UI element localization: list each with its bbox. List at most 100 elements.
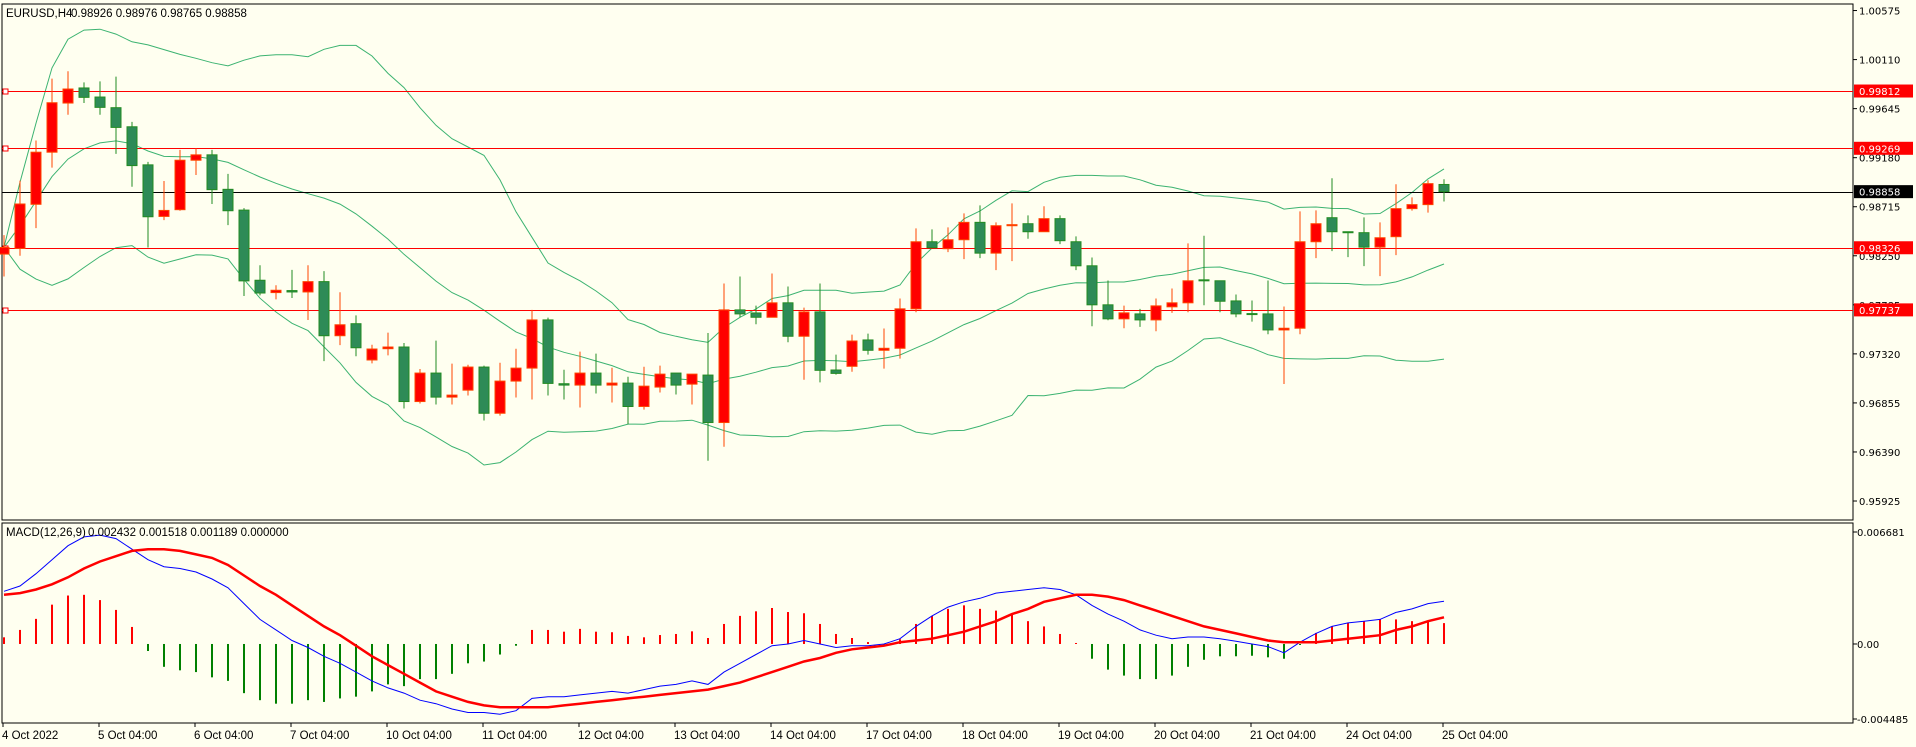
candle bbox=[1118, 305, 1130, 329]
candle-body bbox=[1022, 223, 1034, 233]
candle-body bbox=[366, 348, 378, 361]
time-tick-label: 12 Oct 04:00 bbox=[578, 730, 644, 742]
candles bbox=[0, 71, 1450, 461]
candle-body bbox=[1150, 305, 1162, 321]
candle-body bbox=[1198, 279, 1210, 282]
candle-body bbox=[334, 324, 346, 337]
candle-body bbox=[190, 154, 202, 161]
candle bbox=[1150, 298, 1162, 332]
candle-body bbox=[414, 372, 426, 403]
candle bbox=[622, 376, 634, 425]
candle-body bbox=[270, 289, 282, 294]
candle-body bbox=[494, 380, 506, 414]
candle bbox=[798, 307, 810, 380]
candle bbox=[174, 149, 186, 211]
price-tick-label: 0.96855 bbox=[1859, 399, 1900, 410]
candle bbox=[30, 140, 42, 229]
candle bbox=[990, 222, 1002, 271]
candle bbox=[1342, 231, 1354, 258]
candle bbox=[1262, 280, 1274, 335]
candle bbox=[1006, 203, 1018, 262]
candle bbox=[222, 173, 234, 226]
price-axis: 1.005751.001100.996450.991800.987150.982… bbox=[1853, 7, 1900, 508]
level-handle-icon bbox=[2, 88, 9, 95]
candle-body bbox=[1214, 280, 1226, 302]
candle bbox=[302, 265, 314, 321]
candle-body bbox=[1278, 327, 1290, 331]
candle bbox=[718, 283, 730, 447]
candle-body bbox=[734, 309, 746, 315]
candle-body bbox=[318, 281, 330, 337]
time-tick-label: 18 Oct 04:00 bbox=[962, 730, 1028, 742]
level-price-label: 0.99269 bbox=[1859, 144, 1900, 155]
price-pane[interactable]: 1.005751.001100.996450.991800.987150.982… bbox=[0, 3, 1913, 521]
horizontal-levels[interactable] bbox=[2, 88, 1853, 314]
candle-body bbox=[446, 394, 458, 398]
candle-body bbox=[1054, 218, 1066, 242]
candle-body bbox=[1038, 218, 1050, 233]
candle bbox=[430, 340, 442, 405]
candle-body bbox=[622, 382, 634, 408]
macd-tick-label: 0.00 bbox=[1857, 640, 1879, 651]
candle bbox=[446, 363, 458, 405]
candle-body bbox=[46, 102, 58, 153]
level-price-label: 0.97737 bbox=[1859, 306, 1900, 317]
candle bbox=[1182, 243, 1194, 313]
candle-body bbox=[1294, 241, 1306, 329]
candle bbox=[14, 180, 26, 256]
candle-body bbox=[1086, 265, 1098, 306]
candle bbox=[1358, 217, 1370, 267]
candle bbox=[366, 344, 378, 364]
macd-pane[interactable]: 0.006681 0.00 -0.004485 MACD(12,26,9) 0.00… bbox=[1, 522, 1908, 726]
trading-chart[interactable]: 1.005751.001100.996450.991800.987150.982… bbox=[0, 0, 1916, 747]
candle bbox=[1326, 178, 1338, 252]
time-tick-label: 6 Oct 04:00 bbox=[194, 730, 253, 742]
candle-body bbox=[126, 126, 138, 167]
candle bbox=[1054, 215, 1066, 245]
candle bbox=[910, 228, 922, 313]
candle bbox=[382, 332, 394, 356]
candle-body bbox=[798, 311, 810, 337]
candle bbox=[62, 71, 74, 115]
candle bbox=[158, 180, 170, 221]
candle bbox=[1406, 197, 1418, 211]
time-tick-label: 14 Oct 04:00 bbox=[770, 730, 836, 742]
candle-body bbox=[398, 346, 410, 403]
candle bbox=[126, 121, 138, 187]
candle-body bbox=[1102, 304, 1114, 320]
candle-body bbox=[574, 372, 586, 386]
candle-body bbox=[558, 383, 570, 386]
candle bbox=[526, 309, 538, 400]
candle-body bbox=[14, 203, 26, 249]
candle-body bbox=[1310, 223, 1322, 243]
candle-body bbox=[606, 382, 618, 386]
candle bbox=[686, 373, 698, 405]
candle bbox=[830, 354, 842, 375]
candle bbox=[94, 81, 106, 115]
candle-body bbox=[1134, 313, 1146, 321]
candle-body bbox=[846, 340, 858, 367]
candle bbox=[206, 149, 218, 204]
candle-body bbox=[718, 309, 730, 424]
candle-body bbox=[590, 372, 602, 386]
candle-body bbox=[30, 151, 42, 205]
candle-body bbox=[62, 88, 74, 104]
candle bbox=[462, 364, 474, 396]
candle-body bbox=[1438, 183, 1450, 193]
time-tick-label: 7 Oct 04:00 bbox=[290, 730, 349, 742]
candle-body bbox=[1230, 300, 1242, 315]
level-handle-icon bbox=[2, 145, 9, 152]
time-tick-label: 4 Oct 2022 bbox=[2, 730, 58, 742]
candle bbox=[638, 366, 650, 410]
time-tick-label: 21 Oct 04:00 bbox=[1250, 730, 1316, 742]
candle-body bbox=[430, 372, 442, 398]
candle-body bbox=[958, 221, 970, 241]
candle bbox=[542, 317, 554, 396]
candle bbox=[78, 82, 90, 104]
candle bbox=[1246, 300, 1258, 322]
candle-body bbox=[222, 188, 234, 212]
candle-body bbox=[926, 241, 938, 249]
candle-body bbox=[878, 347, 890, 351]
candle bbox=[1134, 308, 1146, 327]
candle bbox=[558, 369, 570, 400]
